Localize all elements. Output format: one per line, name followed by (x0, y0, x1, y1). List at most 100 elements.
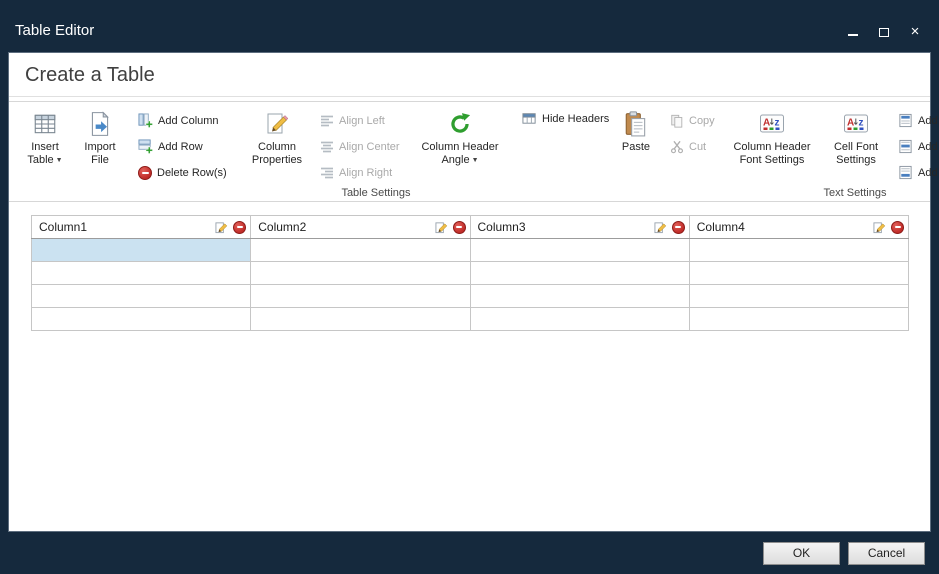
svg-text:A: A (763, 118, 770, 129)
column-properties-button[interactable]: Column Properties (245, 106, 309, 167)
delete-column-icon[interactable] (672, 221, 685, 234)
hide-headers-label: Hide Headers (542, 113, 609, 125)
table-cell[interactable] (470, 285, 689, 308)
heading-row: Create a Table (9, 53, 930, 97)
table-cell[interactable] (470, 239, 689, 262)
add-footer-button[interactable]: Add Footer (895, 160, 939, 185)
delete-column-icon[interactable] (891, 221, 904, 234)
minimize-button[interactable] (847, 26, 859, 38)
paste-label: Paste (622, 141, 650, 154)
table-cell[interactable] (251, 262, 470, 285)
import-file-label: Import File (77, 141, 123, 167)
column-header-angle-button[interactable]: Column Header Angle▼ (413, 106, 507, 167)
copy-button[interactable]: Copy (667, 108, 715, 133)
cut-button[interactable]: Cut (667, 134, 715, 159)
table-cell[interactable] (32, 285, 251, 308)
align-right-label: Align Right (339, 167, 392, 179)
table-row (32, 285, 909, 308)
table-cell[interactable] (32, 239, 251, 262)
align-center-label: Align Center (339, 141, 400, 153)
column-header-angle-icon (447, 110, 473, 138)
column-header-font-settings-label: Column Header Font Settings (727, 141, 817, 167)
align-left-button[interactable]: Align Left (317, 108, 405, 133)
edit-column-icon[interactable] (215, 221, 228, 234)
add-row-icon (138, 139, 153, 154)
table-body (32, 239, 909, 331)
add-sub-title-button[interactable]: Add Sub Title (895, 134, 939, 159)
add-column-icon (138, 113, 153, 128)
table-cell[interactable] (251, 285, 470, 308)
align-center-button[interactable]: Align Center (317, 134, 405, 159)
add-footer-label: Add Footer (918, 167, 939, 179)
group-text-settings: A z Column Header Font Settings (723, 104, 939, 201)
table-header-cell: Column1 (32, 216, 251, 239)
table-cell[interactable] (470, 262, 689, 285)
align-right-icon (320, 167, 334, 179)
edit-column-icon[interactable] (435, 221, 448, 234)
close-button[interactable]: × (909, 26, 921, 38)
delete-column-icon[interactable] (453, 221, 466, 234)
table-row (32, 262, 909, 285)
table-cell[interactable] (251, 308, 470, 331)
hide-headers-icon (522, 111, 537, 126)
cancel-button[interactable]: Cancel (848, 542, 925, 565)
insert-table-button[interactable]: Insert Table▼ (21, 106, 69, 167)
table-cell[interactable] (689, 285, 908, 308)
window-title: Table Editor (15, 22, 94, 39)
table-cell[interactable] (470, 308, 689, 331)
edit-column-icon[interactable] (654, 221, 667, 234)
add-title-button[interactable]: Add Title (895, 108, 939, 133)
maximize-button[interactable] (878, 26, 890, 38)
cell-font-settings-label: Cell Font Settings (825, 141, 887, 167)
delete-rows-icon (138, 166, 152, 180)
table-header-row: Column1 (32, 216, 909, 239)
table-row (32, 239, 909, 262)
editable-table: Column1 (31, 215, 909, 331)
column-properties-icon (264, 110, 290, 138)
add-title-icon (898, 113, 913, 128)
import-file-button[interactable]: Import File (77, 106, 123, 167)
delete-column-icon[interactable] (233, 221, 246, 234)
copy-label: Copy (689, 115, 715, 127)
table-header-cell: Column3 (470, 216, 689, 239)
add-column-button[interactable]: Add Column (135, 108, 233, 133)
delete-rows-button[interactable]: Delete Row(s) (135, 160, 233, 185)
align-right-button[interactable]: Align Right (317, 160, 405, 185)
svg-text:z: z (775, 118, 780, 129)
import-file-icon (88, 110, 112, 138)
column-properties-label: Column Properties (245, 141, 309, 167)
dropdown-caret-icon: ▼ (56, 157, 63, 164)
cell-font-settings-icon: A z (843, 110, 869, 138)
dialog-content: Create a Table (8, 52, 931, 532)
paste-icon (624, 110, 648, 138)
edit-column-icon[interactable] (873, 221, 886, 234)
svg-text:A: A (847, 118, 854, 129)
group-table-settings: Column Properties Align Left (241, 104, 511, 201)
cut-icon (670, 140, 684, 154)
table-cell[interactable] (689, 239, 908, 262)
paste-button[interactable]: Paste (613, 106, 659, 154)
table-cell[interactable] (32, 262, 251, 285)
toolbar-ribbon: Insert Table▼ Import File (9, 101, 930, 202)
add-row-button[interactable]: Add Row (135, 134, 233, 159)
table-cell[interactable] (32, 308, 251, 331)
delete-rows-label: Delete Row(s) (157, 167, 227, 179)
hide-headers-button[interactable]: Hide Headers (519, 106, 605, 131)
cell-font-settings-button[interactable]: A z Cell Font Settings (825, 106, 887, 167)
copy-icon (670, 114, 684, 128)
table-row (32, 308, 909, 331)
add-title-label: Add Title (918, 115, 939, 127)
table-cell[interactable] (689, 262, 908, 285)
svg-text:z: z (859, 118, 864, 129)
group-insert: Insert Table▼ Import File (17, 104, 127, 201)
page-title: Create a Table (25, 64, 914, 87)
column-header-angle-label: Column Header Angle (421, 141, 498, 166)
column-name: Column1 (39, 220, 87, 234)
column-header-font-settings-button[interactable]: A z Column Header Font Settings (727, 106, 817, 167)
table-header-cell: Column4 (689, 216, 908, 239)
table-cell[interactable] (251, 239, 470, 262)
dialog-footer: OK Cancel (0, 532, 939, 574)
ok-button[interactable]: OK (763, 542, 840, 565)
table-cell[interactable] (689, 308, 908, 331)
close-icon: × (911, 26, 920, 38)
